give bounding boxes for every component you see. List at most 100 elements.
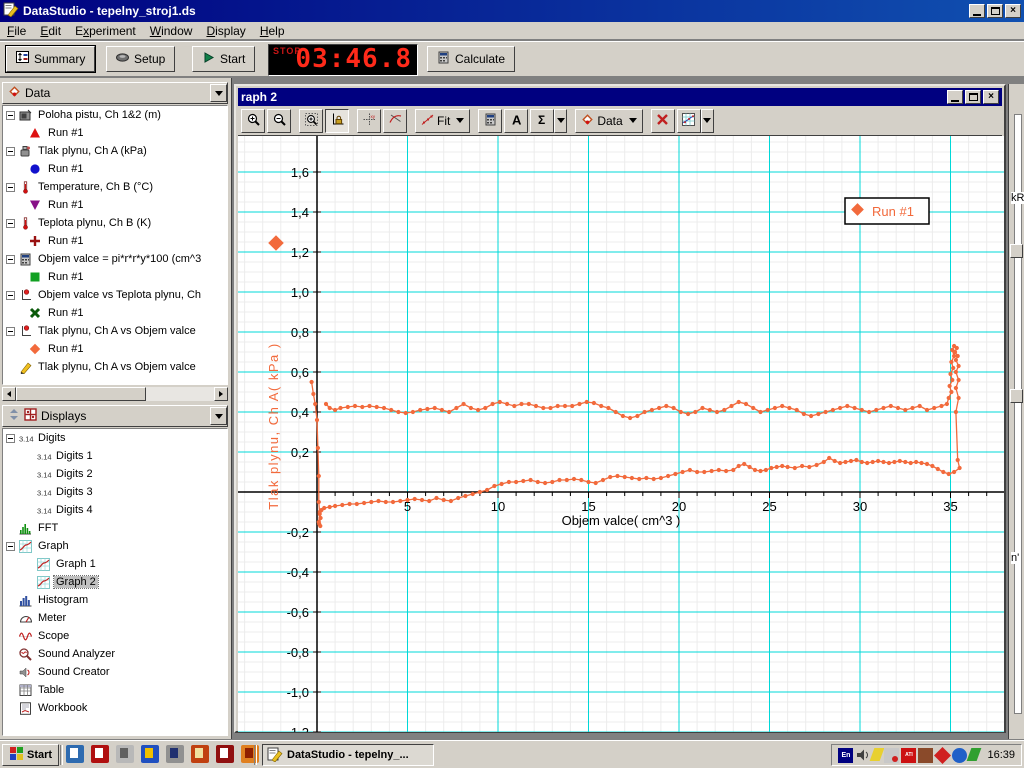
- quick-launch-bird-icon[interactable]: [116, 745, 134, 763]
- devil-tray-icon[interactable]: [918, 748, 933, 763]
- display-item-graph-1[interactable]: Graph 1: [3, 555, 227, 573]
- quick-launch-acrobat-icon[interactable]: [91, 745, 109, 763]
- data-tree-horizontal-scrollbar[interactable]: [2, 387, 228, 401]
- scroll-left-button[interactable]: [2, 387, 16, 401]
- display-item-table[interactable]: Table: [3, 681, 227, 699]
- quick-launch-notes-icon[interactable]: [66, 745, 84, 763]
- data-menu-button[interactable]: Data: [575, 109, 642, 133]
- tree-expander-icon[interactable]: [6, 255, 15, 264]
- scroll-right-button[interactable]: [214, 387, 228, 401]
- display-item-histogram[interactable]: Histogram: [3, 591, 227, 609]
- display-item-graph[interactable]: Graph: [3, 537, 227, 555]
- power-tray-icon[interactable]: [934, 747, 951, 764]
- language-en-indicator[interactable]: En: [838, 748, 853, 763]
- data-item[interactable]: Teplota plynu, Ch B (K): [3, 214, 227, 232]
- run-item[interactable]: Run #1: [3, 160, 227, 178]
- app-title-bar[interactable]: DataStudio - tepelny_stroj1.ds ×: [0, 0, 1024, 22]
- minimize-button[interactable]: [969, 4, 985, 18]
- data-panel-dropdown-button[interactable]: [210, 84, 227, 102]
- statistics-button-dropdown[interactable]: [554, 109, 567, 133]
- displays-panel-dropdown-button[interactable]: [210, 407, 227, 425]
- graph-minimize-button[interactable]: [947, 90, 963, 104]
- data-item[interactable]: Objem valce vs Teplota plynu, Ch: [3, 286, 227, 304]
- display-item-scope[interactable]: Scope: [3, 627, 227, 645]
- close-button[interactable]: ×: [1005, 4, 1021, 18]
- ati-tray-icon[interactable]: ATI: [901, 748, 916, 763]
- menu-experiment[interactable]: Experiment: [68, 23, 143, 39]
- run-item[interactable]: Run #1: [3, 232, 227, 250]
- slope-tool-button[interactable]: [383, 109, 407, 133]
- tree-expander-icon[interactable]: [6, 434, 15, 443]
- data-item[interactable]: Objem valce = pi*r*r*y*100 (cm^3: [3, 250, 227, 268]
- smart-tool-button[interactable]: xy: [357, 109, 381, 133]
- run-item[interactable]: Run #1: [3, 196, 227, 214]
- display-item-graph-2[interactable]: Graph 2: [3, 573, 227, 591]
- scale-lock-button[interactable]: [325, 109, 349, 133]
- data-item[interactable]: Temperature, Ch B (°C): [3, 178, 227, 196]
- graph-close-button[interactable]: ×: [983, 90, 999, 104]
- scrollbar-thumb[interactable]: [16, 387, 146, 401]
- display-item-digits-1[interactable]: 3.14Digits 1: [3, 447, 227, 465]
- display-item-digits-2[interactable]: 3.14Digits 2: [3, 465, 227, 483]
- display-item-meter[interactable]: Meter: [3, 609, 227, 627]
- data-item[interactable]: Tlak plynu, Ch A (kPa): [3, 142, 227, 160]
- calculate-button[interactable]: Calculate: [427, 46, 515, 72]
- menu-file[interactable]: File: [0, 23, 33, 39]
- legend[interactable]: Run #1: [845, 198, 929, 224]
- zoom-in-button[interactable]: [241, 109, 265, 133]
- data-item[interactable]: Tlak plynu, Ch A vs Objem valce: [3, 358, 227, 376]
- chart-plot-area[interactable]: 1,61,41,21,00,80,60,40,2-0,2-0,4-0,6-0,8…: [238, 136, 1004, 732]
- data-item[interactable]: Tlak plynu, Ch A vs Objem valce: [3, 322, 227, 340]
- display-item-sound-creator[interactable]: Sound Creator: [3, 663, 227, 681]
- quick-launch-paint-icon[interactable]: [141, 745, 159, 763]
- zoom-select-button[interactable]: [299, 109, 323, 133]
- display-item-digits-3[interactable]: 3.14Digits 3: [3, 483, 227, 501]
- tree-expander-icon[interactable]: [6, 111, 15, 120]
- menu-window[interactable]: Window: [143, 23, 200, 39]
- start-menu-button[interactable]: Start: [2, 744, 59, 766]
- graph-window-title-bar[interactable]: raph 2 ×: [238, 88, 1002, 106]
- tree-expander-icon[interactable]: [6, 542, 15, 551]
- quick-launch-opera-icon[interactable]: [216, 745, 234, 763]
- graph-maximize-button[interactable]: [965, 90, 981, 104]
- statistics-button[interactable]: Σ: [530, 109, 554, 133]
- tree-expander-icon[interactable]: [6, 219, 15, 228]
- start-button[interactable]: Start: [192, 46, 255, 72]
- tree-expander-icon[interactable]: [6, 147, 15, 156]
- text-tool-button[interactable]: A: [504, 109, 528, 133]
- summary-button[interactable]: Summary: [6, 46, 95, 72]
- run-item[interactable]: Run #1: [3, 124, 227, 142]
- settings-menu-button[interactable]: [677, 109, 701, 133]
- brush-tray-icon[interactable]: [870, 748, 885, 761]
- menu-edit[interactable]: Edit: [33, 23, 68, 39]
- tree-expander-icon[interactable]: [6, 291, 15, 300]
- tree-expander-icon[interactable]: [6, 327, 15, 336]
- display-item-workbook[interactable]: Workbook: [3, 699, 227, 717]
- sync-tray-icon[interactable]: [952, 748, 967, 763]
- quick-launch-dragon-icon[interactable]: [191, 745, 209, 763]
- zoom-out-button[interactable]: [267, 109, 291, 133]
- dialup-tray-icon[interactable]: [967, 748, 982, 761]
- volume-icon[interactable]: [855, 748, 870, 763]
- data-panel-header[interactable]: Data: [2, 82, 228, 104]
- graph-2-window[interactable]: raph 2 × xy Fit AΣ Data 1,61,41,21,00,80,60…: [234, 84, 1006, 733]
- datastudio-task-button[interactable]: DataStudio - tepelny_...: [262, 744, 434, 766]
- maximize-button[interactable]: [987, 4, 1003, 18]
- display-item-sound-analyzer[interactable]: Sound Analyzer: [3, 645, 227, 663]
- run-item[interactable]: Run #1: [3, 268, 227, 286]
- scheduler-tray-icon[interactable]: [884, 748, 899, 763]
- displays-panel-header[interactable]: Displays: [2, 405, 228, 427]
- setup-button[interactable]: Setup: [106, 46, 175, 72]
- settings-menu-button-dropdown[interactable]: [701, 109, 714, 133]
- menu-help[interactable]: Help: [253, 23, 292, 39]
- display-item-fft[interactable]: FFT: [3, 519, 227, 537]
- display-item-digits-4[interactable]: 3.14Digits 4: [3, 501, 227, 519]
- display-item-digits[interactable]: 3.14Digits: [3, 429, 227, 447]
- tree-expander-icon[interactable]: [6, 183, 15, 192]
- delete-button[interactable]: [651, 109, 675, 133]
- quick-launch-calculator-icon[interactable]: [166, 745, 184, 763]
- fit-menu-button[interactable]: Fit: [415, 109, 470, 133]
- data-item[interactable]: Poloha pistu, Ch 1&2 (m): [3, 106, 227, 124]
- run-item[interactable]: Run #1: [3, 304, 227, 322]
- calculator-button[interactable]: [478, 109, 502, 133]
